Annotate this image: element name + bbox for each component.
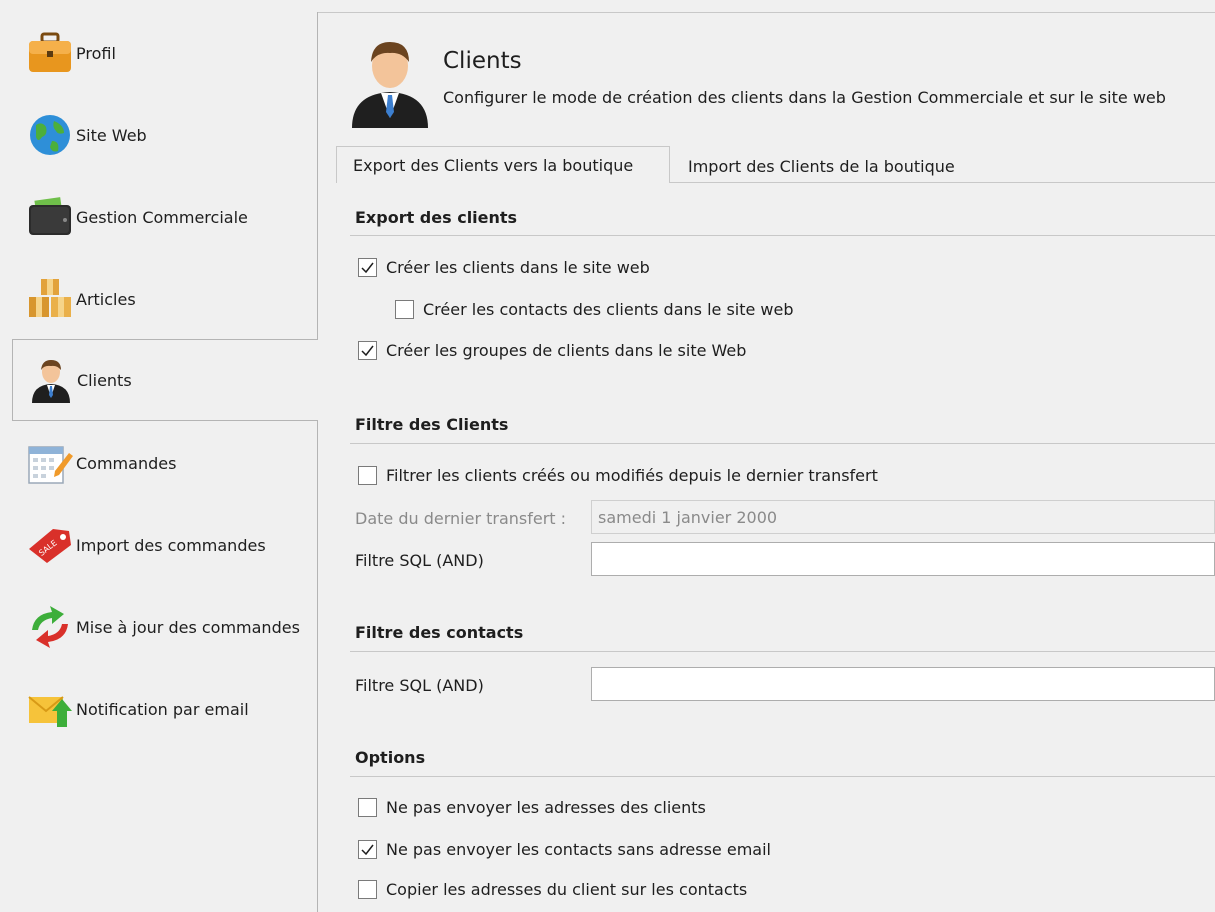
sidebar-item-site-web[interactable]: Site Web bbox=[12, 94, 318, 176]
section-divider bbox=[350, 443, 1215, 444]
create-clients-checkbox[interactable]: Créer les clients dans le site web bbox=[358, 258, 650, 277]
sidebar-item-label: Mise à jour des commandes bbox=[76, 617, 300, 637]
check-icon bbox=[361, 844, 374, 855]
contact-sql-filter-label: Filtre SQL (AND) bbox=[355, 676, 484, 695]
sidebar-item-label: Articles bbox=[76, 289, 136, 309]
section-title-contact-filter: Filtre des contacts bbox=[355, 623, 524, 642]
sidebar-item-gestion-commerciale[interactable]: Gestion Commerciale bbox=[12, 176, 318, 258]
refresh-arrows-icon bbox=[26, 603, 74, 651]
create-groups-checkbox[interactable]: Créer les groupes de clients dans le sit… bbox=[358, 341, 746, 360]
mail-upload-icon bbox=[26, 685, 74, 733]
copy-addresses-to-contacts-checkbox[interactable]: Copier les adresses du client sur les co… bbox=[358, 880, 747, 899]
create-contacts-checkbox[interactable]: Créer les contacts des clients dans le s… bbox=[395, 300, 794, 319]
checkbox-box[interactable] bbox=[358, 840, 377, 859]
sidebar-item-label: Site Web bbox=[76, 125, 147, 145]
client-icon bbox=[27, 356, 75, 404]
page-title: Clients bbox=[443, 48, 522, 74]
page-subtitle: Configurer le mode de création des clien… bbox=[443, 88, 1166, 107]
checkbox-label: Filtrer les clients créés ou modifiés de… bbox=[386, 466, 878, 485]
section-divider bbox=[350, 651, 1215, 652]
sidebar-item-label: Gestion Commerciale bbox=[76, 207, 248, 227]
sale-tag-icon: SALE bbox=[26, 521, 74, 569]
sidebar-item-mise-a-jour-des-commandes[interactable]: Mise à jour des commandes bbox=[12, 586, 318, 668]
section-title-export: Export des clients bbox=[355, 208, 518, 227]
no-send-addresses-checkbox[interactable]: Ne pas envoyer les adresses des clients bbox=[358, 798, 706, 817]
checkbox-label: Ne pas envoyer les contacts sans adresse… bbox=[386, 840, 771, 859]
sidebar-item-import-des-commandes[interactable]: SALE Import des commandes bbox=[12, 504, 318, 586]
calendar-edit-icon bbox=[26, 439, 74, 487]
checkbox-label: Ne pas envoyer les adresses des clients bbox=[386, 798, 706, 817]
globe-icon bbox=[26, 111, 74, 159]
checkbox-box[interactable] bbox=[358, 341, 377, 360]
checkbox-label: Copier les adresses du client sur les co… bbox=[386, 880, 748, 899]
clients-header-icon bbox=[350, 38, 430, 128]
sidebar-item-commandes[interactable]: Commandes bbox=[12, 422, 318, 504]
client-sql-filter-label: Filtre SQL (AND) bbox=[355, 551, 484, 570]
sidebar-item-label: Clients bbox=[77, 370, 132, 390]
checkbox-label: Créer les groupes de clients dans le sit… bbox=[386, 341, 747, 360]
sidebar-item-label: Import des commandes bbox=[76, 535, 266, 555]
section-title-options: Options bbox=[355, 748, 426, 767]
sidebar-item-articles[interactable]: Articles bbox=[12, 258, 318, 340]
checkbox-box[interactable] bbox=[358, 798, 377, 817]
boxes-icon bbox=[26, 275, 74, 323]
section-divider bbox=[350, 235, 1215, 236]
sidebar-item-profil[interactable]: Profil bbox=[12, 12, 318, 94]
contact-sql-filter-input[interactable] bbox=[591, 667, 1215, 701]
checkbox-box[interactable] bbox=[395, 300, 414, 319]
check-icon bbox=[361, 262, 374, 273]
sidebar-item-label: Profil bbox=[76, 43, 116, 63]
last-transfer-date-label: Date du dernier transfert : bbox=[355, 509, 567, 528]
client-sql-filter-input[interactable] bbox=[591, 542, 1215, 576]
top-border bbox=[318, 12, 1215, 13]
no-send-contacts-without-email-checkbox[interactable]: Ne pas envoyer les contacts sans adresse… bbox=[358, 840, 771, 859]
section-title-client-filter: Filtre des Clients bbox=[355, 415, 509, 434]
tab-import-clients[interactable]: Import des Clients de la boutique bbox=[672, 150, 971, 183]
tab-bar: Export des Clients vers la boutique Impo… bbox=[336, 146, 1215, 183]
checkbox-box[interactable] bbox=[358, 880, 377, 899]
section-divider bbox=[350, 776, 1215, 777]
checkbox-box[interactable] bbox=[358, 466, 377, 485]
filter-clients-checkbox[interactable]: Filtrer les clients créés ou modifiés de… bbox=[358, 466, 878, 485]
sidebar-item-label: Commandes bbox=[76, 453, 177, 473]
last-transfer-date-field[interactable] bbox=[591, 500, 1215, 534]
wallet-icon bbox=[26, 193, 74, 241]
checkbox-label: Créer les clients dans le site web bbox=[386, 258, 650, 277]
tab-export-clients[interactable]: Export des Clients vers la boutique bbox=[336, 146, 670, 183]
checkbox-label: Créer les contacts des clients dans le s… bbox=[423, 300, 794, 319]
sidebar-item-notification-par-email[interactable]: Notification par email bbox=[12, 668, 318, 750]
checkbox-box[interactable] bbox=[358, 258, 377, 277]
sidebar-item-clients[interactable]: Clients bbox=[12, 339, 318, 421]
check-icon bbox=[361, 345, 374, 356]
sidebar-item-label: Notification par email bbox=[76, 699, 249, 719]
briefcase-icon bbox=[26, 29, 74, 77]
